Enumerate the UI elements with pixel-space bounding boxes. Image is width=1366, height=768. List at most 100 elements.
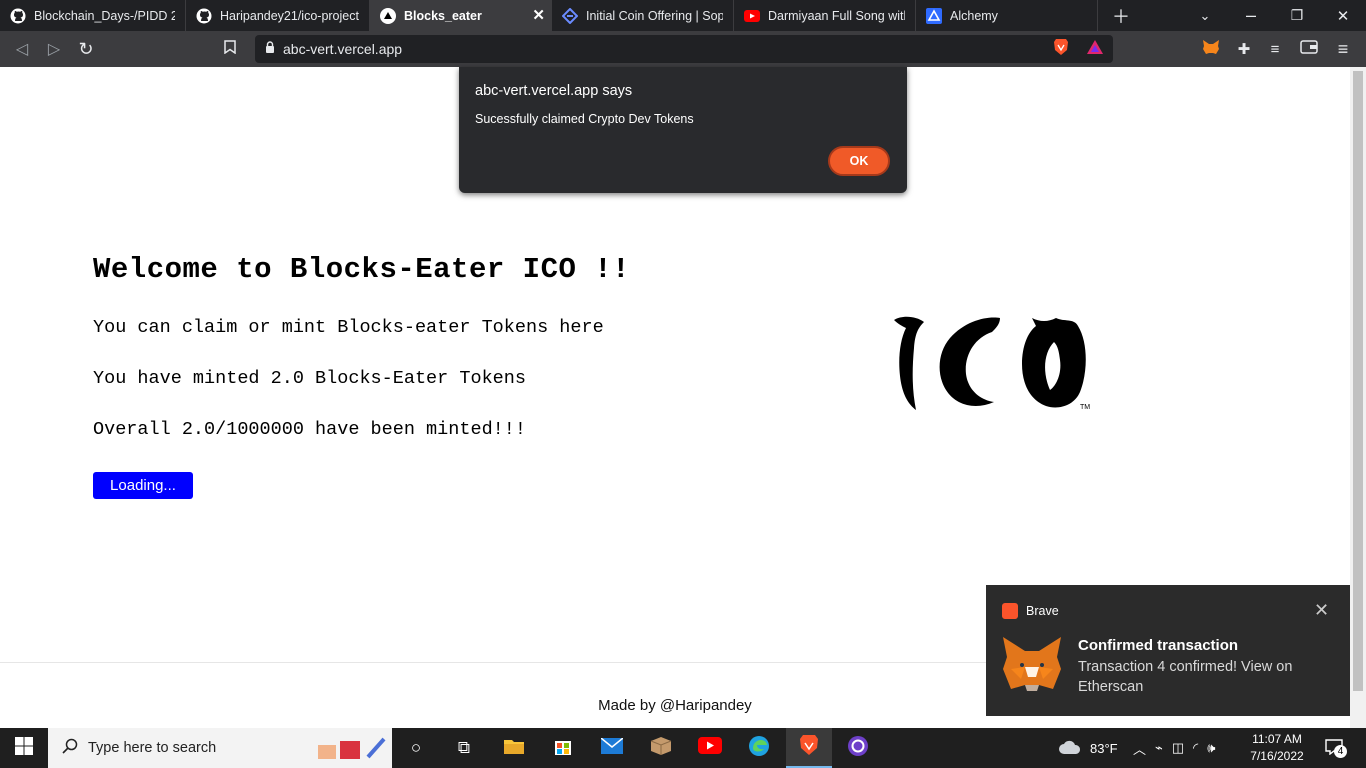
system-tray: ︿ ⌁ ◫ ◜ 🕪 [1133,728,1215,768]
back-button[interactable]: ◁ [6,33,38,65]
playlist-icon: ≡ [1270,40,1280,58]
github-desktop-button[interactable] [842,732,874,764]
extensions-button[interactable]: ✚ [1231,36,1257,62]
tab-title: Initial Coin Offering | Sopho [586,8,723,23]
tab-title: Alchemy [950,8,998,23]
github-desktop-icon [847,735,869,762]
wallet-icon [1300,40,1318,58]
close-window-button[interactable]: ✕ [1320,0,1366,31]
overall-minted-text: Overall 2.0/1000000 have been minted!!! [93,419,526,440]
clock[interactable]: 11:07 AM 7/16/2022 [1248,731,1306,765]
brave-rewards-button[interactable] [1082,36,1108,62]
tab-blockchain-days[interactable]: Blockchain_Days-/PIDD 21.n [0,0,186,31]
reload-icon: ↻ [78,38,94,59]
restore-button[interactable]: ❐ [1274,0,1320,31]
wifi-icon[interactable]: ◜ [1193,740,1198,756]
sophos-icon [562,7,578,24]
tab-search-button[interactable]: ⌄ [1182,0,1228,31]
wallet-button[interactable] [1296,36,1322,62]
close-icon: ✕ [1336,7,1350,25]
task-view-icon: ⧉ [457,738,471,757]
ok-button[interactable]: OK [828,146,890,176]
chevron-down-icon: ⌄ [1199,7,1211,23]
notification-count-badge: 4 [1334,744,1347,758]
tab-blocks-eater[interactable]: Blocks_eater ✕ [370,0,552,31]
alert-message: Sucessfully claimed Crypto Dev Tokens [475,112,694,126]
close-notification-icon[interactable]: ✕ [1314,600,1329,621]
mail-icon [600,736,624,759]
tab-ico-project[interactable]: Haripandey21/ico-project [186,0,370,31]
cloud-icon [1058,739,1082,758]
action-center-button[interactable]: 4 [1322,728,1347,768]
minted-by-user-text: You have minted 2.0 Blocks-Eater Tokens [93,368,526,389]
metamask-extension-button[interactable] [1198,36,1224,62]
start-button[interactable] [0,728,48,768]
intro-text: You can claim or mint Blocks-eater Token… [93,317,604,338]
forward-button[interactable]: ▷ [38,33,70,65]
alert-dialog: abc-vert.vercel.app says Sucessfully cla… [459,67,907,193]
brave-app-icon [1002,603,1018,619]
file-explorer-button[interactable] [498,732,530,764]
notification-toast[interactable]: Brave ✕ Confirmed transaction Transactio… [986,585,1350,716]
battery-plugged-icon[interactable]: ⌁ [1155,740,1163,756]
tab-sophos[interactable]: Initial Coin Offering | Sopho [552,0,734,31]
task-view-button[interactable]: ⧉ [448,732,480,764]
date-text: 7/16/2022 [1250,749,1304,763]
address-bar[interactable]: abc-vert.vercel.app [255,35,1113,63]
folder-icon [503,737,525,760]
tab-alchemy[interactable]: Alchemy [916,0,1098,31]
close-tab-icon[interactable]: ✕ [532,8,545,23]
browser-toolbar: ◁ ▷ ↻ abc-vert.vercel.app ✚ ≡ ≡ [0,31,1366,67]
vercel-icon [380,7,396,24]
lock-icon [265,40,275,58]
volume-icon[interactable]: 🕪 [1207,740,1215,756]
scrollbar-thumb[interactable] [1353,71,1363,691]
reload-button[interactable]: ↻ [70,33,102,65]
github-icon [10,8,26,24]
brave-shields-button[interactable] [1048,36,1074,62]
brave-taskbar-button[interactable] [786,728,832,768]
app-box-button[interactable] [645,732,677,764]
search-icon [62,738,78,759]
url-text: abc-vert.vercel.app [283,41,403,57]
notifications-icon: 4 [1325,738,1347,758]
restore-icon: ❐ [1290,7,1304,23]
tab-strip: Blockchain_Days-/PIDD 21.n Haripandey21/… [0,0,1366,31]
page-scrollbar[interactable] [1350,67,1366,728]
edge-icon [748,735,770,762]
tab-youtube[interactable]: Darmiyaan Full Song with Ly [734,0,916,31]
store-button[interactable] [547,732,579,764]
youtube-taskbar-button[interactable] [694,732,726,764]
cortana-button[interactable]: ○ [400,732,432,764]
weather-widget[interactable]: 83°F [1058,728,1118,768]
search-highlight-icon [314,735,388,766]
edge-button[interactable] [743,732,775,764]
youtube-icon [744,8,760,24]
chevron-up-icon[interactable]: ︿ [1133,739,1146,758]
menu-button[interactable]: ≡ [1330,36,1356,62]
loading-button[interactable]: Loading... [93,472,193,499]
forward-arrow-icon: ▷ [47,41,61,58]
taskbar-search-box[interactable]: Type here to search [48,728,392,768]
brave-rewards-icon [1086,39,1104,59]
mail-button[interactable] [596,732,628,764]
notification-title: Confirmed transaction [1078,637,1239,654]
minimize-button[interactable]: – [1228,0,1274,31]
tab-title: Darmiyaan Full Song with Ly [768,8,905,23]
playlist-button[interactable]: ≡ [1262,36,1288,62]
svg-text:TM: TM [1080,404,1090,411]
page-title: Welcome to Blocks-Eater ICO !! [93,253,631,286]
tab-title: Haripandey21/ico-project [220,8,359,23]
new-tab-button[interactable]: ＋ [1098,0,1144,31]
network-icon[interactable]: ◫ [1172,740,1184,756]
metamask-fox-icon [1001,635,1063,695]
brave-lion-icon [1053,38,1069,60]
bookmark-icon [224,39,236,59]
brave-lion-icon [799,734,819,761]
bookmark-button[interactable] [214,33,246,65]
puzzle-icon: ✚ [1237,41,1251,58]
tab-title: Blocks_eater [404,8,482,23]
cortana-circle-icon: ○ [410,738,422,757]
search-placeholder: Type here to search [88,740,217,756]
back-arrow-icon: ◁ [15,41,29,58]
